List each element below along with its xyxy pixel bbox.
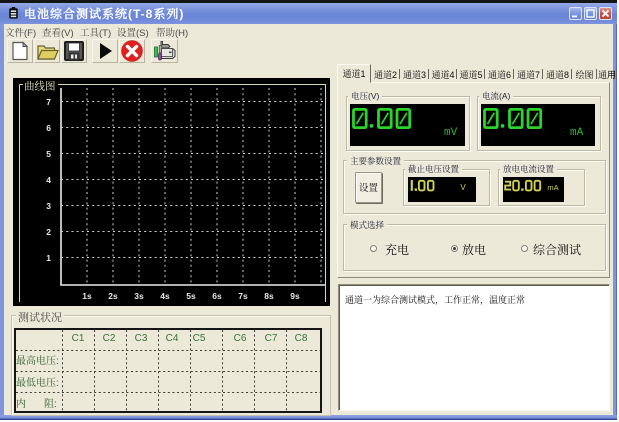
svg-text:8s: 8s — [264, 291, 274, 301]
svg-text:7s: 7s — [238, 291, 248, 301]
svg-text:6s: 6s — [212, 291, 222, 301]
svg-text:曲线图: 曲线图 — [24, 79, 56, 94]
svg-text:5s: 5s — [186, 291, 196, 301]
svg-text:7: 7 — [46, 97, 51, 107]
svg-text:1: 1 — [46, 253, 51, 263]
svg-text:V: V — [460, 183, 466, 192]
svg-text:1s: 1s — [82, 291, 92, 301]
svg-text:9s: 9s — [290, 291, 300, 301]
svg-text:5: 5 — [46, 149, 51, 159]
svg-text:2: 2 — [46, 227, 51, 237]
svg-text:mA: mA — [547, 183, 558, 192]
svg-text:6: 6 — [46, 123, 51, 133]
svg-text:2s: 2s — [108, 291, 118, 301]
svg-text:3: 3 — [46, 201, 51, 211]
svg-text:4s: 4s — [160, 291, 170, 301]
svg-text:3s: 3s — [134, 291, 144, 301]
svg-text:4: 4 — [46, 175, 51, 185]
